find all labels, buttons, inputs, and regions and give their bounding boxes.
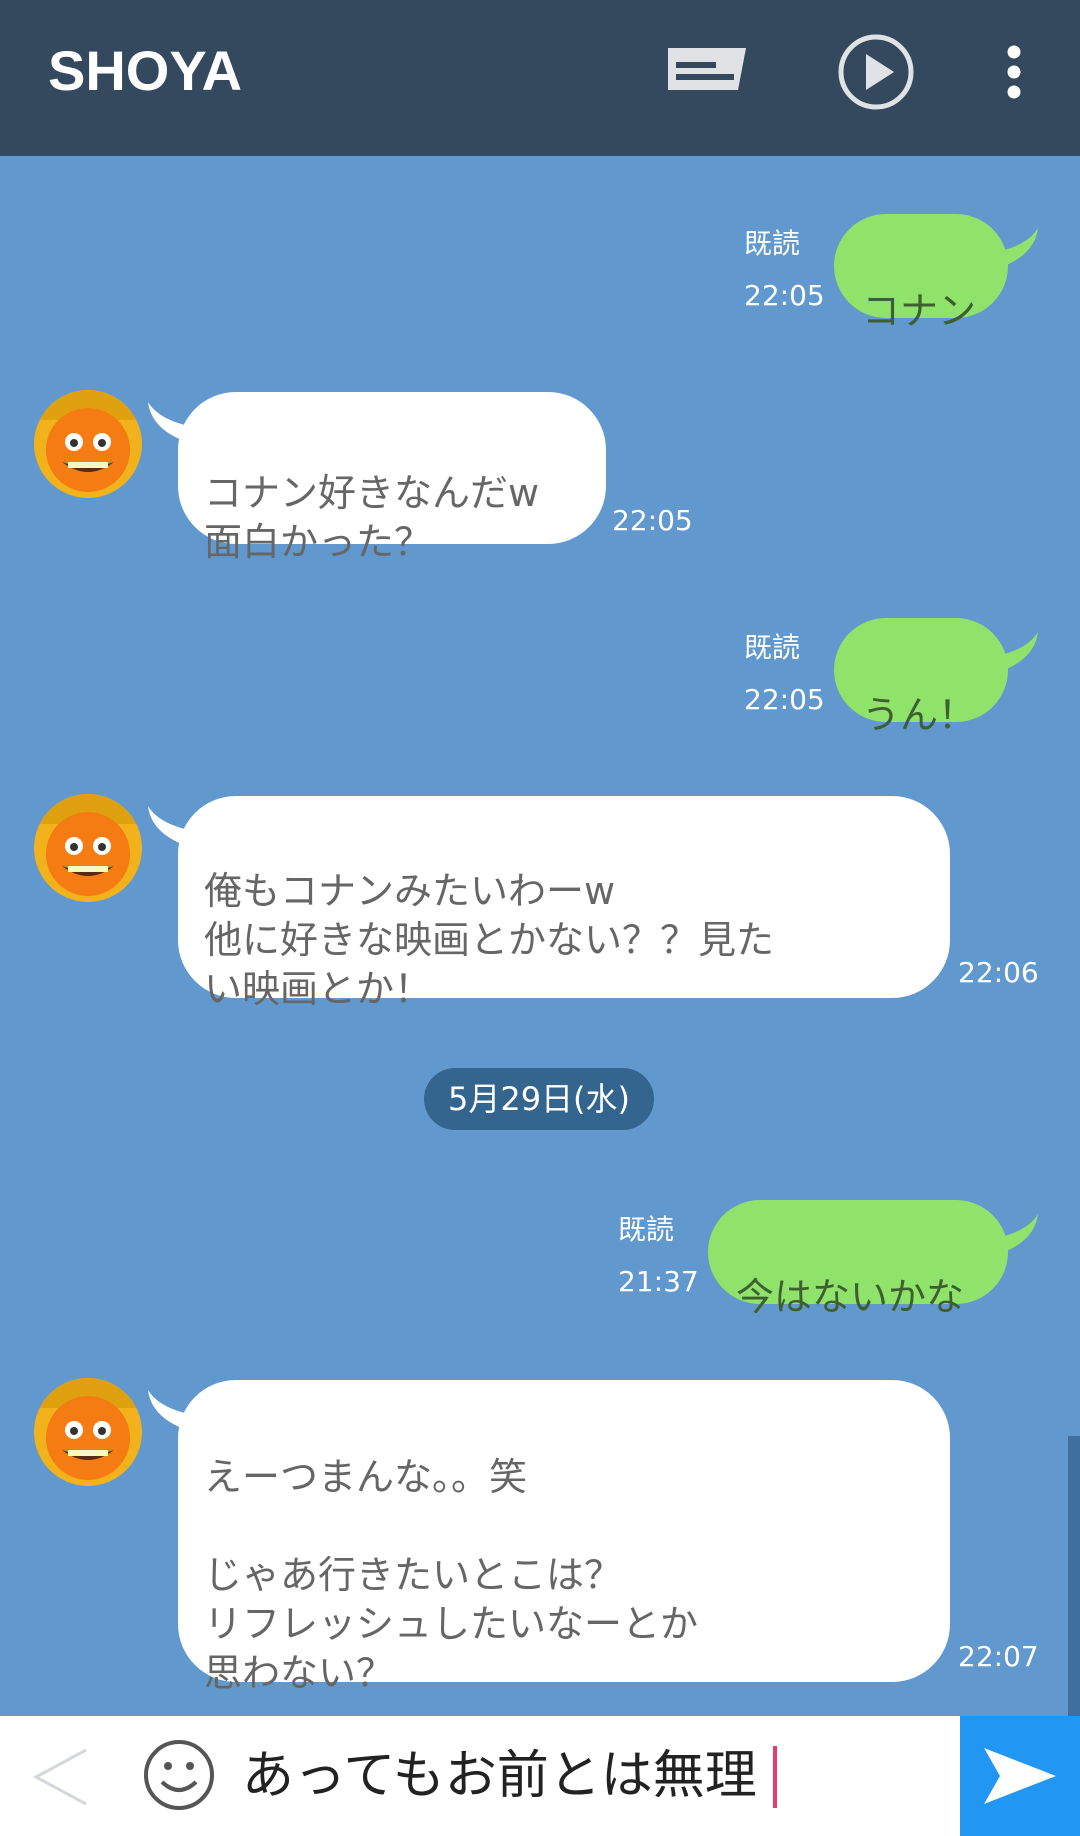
message-meta: 既読 22:05 bbox=[744, 218, 825, 322]
chat-header: SHOYA bbox=[0, 0, 1080, 156]
message-time: 22:05 bbox=[744, 683, 825, 716]
message-time: 22:05 bbox=[744, 279, 825, 312]
message-input[interactable]: あってもお前とは無理 bbox=[242, 1744, 757, 1808]
message-text: えーつまんな。。笑 じゃあ行きたいとこは？ リフレッシュしたいなーとか 思わない… bbox=[204, 1455, 699, 1695]
play-icon[interactable] bbox=[836, 32, 916, 112]
read-receipt: 既読 bbox=[744, 631, 801, 664]
message-meta: 既読 21:37 bbox=[618, 1204, 699, 1308]
scrollbar[interactable] bbox=[1068, 1436, 1080, 1716]
message-text: うん！ bbox=[862, 693, 977, 737]
text-caret bbox=[773, 1746, 777, 1808]
chat-area[interactable]: 既読 22:05 コナン コナン好きなんだw 面白かった？ 22:05 既読 2… bbox=[0, 156, 1080, 1716]
message-time: 22:05 bbox=[612, 504, 693, 537]
message-bubble[interactable]: 俺もコナンみたいわーw 他に好きな映画とかない？？見た い映画とか！ bbox=[178, 796, 950, 1011]
message-meta: 既読 22:05 bbox=[744, 622, 825, 726]
emoji-icon[interactable] bbox=[142, 1738, 216, 1812]
message-text: コナン好きなんだw 面白かった？ bbox=[204, 471, 540, 564]
message-list-icon[interactable] bbox=[668, 48, 746, 96]
message-text: 俺もコナンみたいわーw 他に好きな映画とかない？？見た い映画とか！ bbox=[204, 869, 775, 1011]
message-bubble[interactable]: えーつまんな。。笑 じゃあ行きたいとこは？ リフレッシュしたいなーとか 思わない… bbox=[178, 1380, 950, 1695]
date-separator: 5月29日(水) bbox=[424, 1068, 654, 1130]
message-time: 22:07 bbox=[958, 1640, 1039, 1673]
read-receipt: 既読 bbox=[618, 1213, 675, 1246]
chat-title: SHOYA bbox=[48, 39, 243, 102]
message-time: 21:37 bbox=[618, 1265, 699, 1298]
input-bar: あってもお前とは無理 bbox=[0, 1716, 1080, 1836]
message-bubble[interactable]: 今はないかな bbox=[708, 1200, 1008, 1319]
message-bubble[interactable]: うん！ bbox=[834, 618, 1008, 737]
read-receipt: 既読 bbox=[744, 227, 801, 260]
send-button[interactable] bbox=[960, 1716, 1080, 1836]
contact-avatar[interactable] bbox=[34, 794, 142, 902]
more-vert-icon[interactable] bbox=[1000, 44, 1028, 104]
message-text: 今はないかな bbox=[736, 1275, 965, 1319]
back-arrow-icon[interactable] bbox=[28, 1744, 94, 1810]
contact-avatar[interactable] bbox=[34, 1378, 142, 1486]
message-bubble[interactable]: コナン好きなんだw 面白かった？ bbox=[178, 392, 606, 564]
message-time: 22:06 bbox=[958, 956, 1039, 989]
contact-avatar[interactable] bbox=[34, 390, 142, 498]
message-bubble[interactable]: コナン bbox=[834, 214, 1008, 333]
send-icon bbox=[984, 1748, 1056, 1804]
message-text: コナン bbox=[862, 289, 977, 333]
